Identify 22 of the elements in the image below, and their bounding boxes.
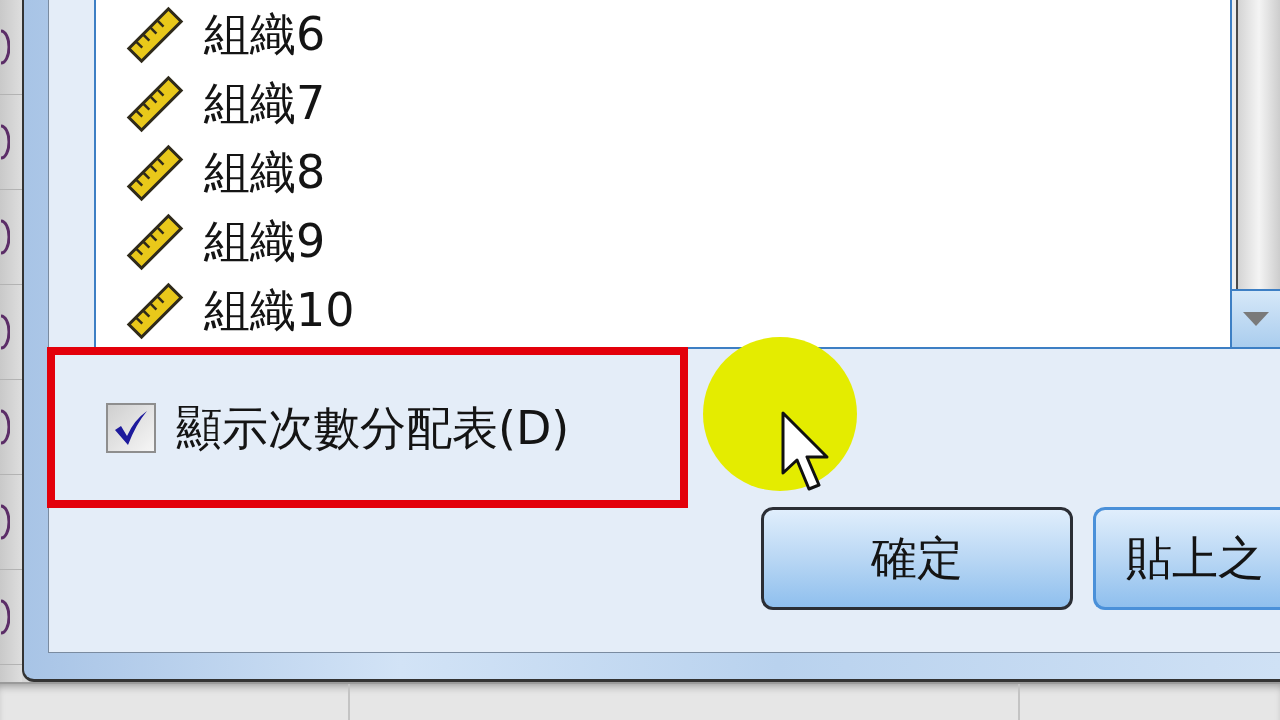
variable-item[interactable]: 組織9: [204, 216, 326, 267]
down-arrow-icon: [1243, 312, 1269, 326]
variable-item[interactable]: 組織6: [204, 9, 326, 60]
arc-icon: [0, 409, 10, 445]
checkbox[interactable]: [106, 403, 156, 453]
arc-icon: [0, 599, 10, 635]
variable-item[interactable]: 組織7: [204, 78, 326, 129]
checkmark-icon: [114, 410, 148, 446]
variable-item[interactable]: 組織10: [204, 285, 355, 336]
scrollbar[interactable]: [1230, 0, 1280, 347]
dialog-button[interactable]: 確定: [761, 507, 1073, 610]
arc-icon: [0, 314, 10, 350]
arc-icon: [0, 504, 10, 540]
scroll-down-button[interactable]: [1232, 289, 1280, 347]
scrollbar-thumb[interactable]: [1236, 0, 1280, 289]
pointer-icon: [781, 411, 831, 493]
checkbox-label[interactable]: 顯示次數分配表(D): [176, 402, 570, 454]
variable-item[interactable]: 組織8: [204, 147, 326, 198]
arc-icon: [0, 29, 10, 65]
arc-icon: [0, 124, 10, 160]
arc-icon: [0, 219, 10, 255]
dialog-button[interactable]: 貼上之: [1093, 507, 1280, 610]
